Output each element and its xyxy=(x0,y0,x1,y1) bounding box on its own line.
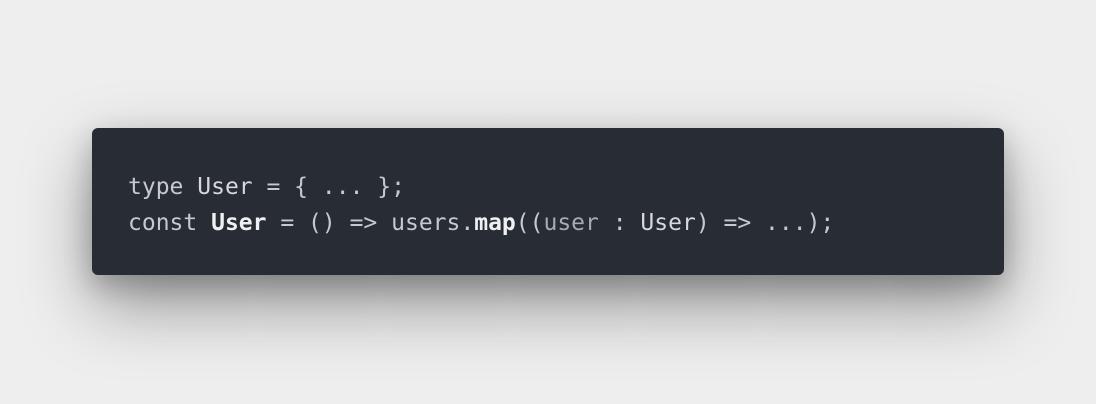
code-window: type User = { ... }; const User = () => u… xyxy=(92,128,1004,275)
parameter-type: User xyxy=(640,210,696,236)
type-body: = { ... }; xyxy=(252,174,405,200)
dot-operator: . xyxy=(460,210,475,236)
code-block: type User = { ... }; const User = () => u… xyxy=(128,169,834,241)
const-keyword: const xyxy=(128,210,198,236)
user-parameter: user xyxy=(543,210,599,236)
users-identifier: users xyxy=(391,210,461,236)
type-keyword: type xyxy=(128,174,184,200)
type-annotation-colon: : xyxy=(598,210,641,236)
map-method: map xyxy=(474,210,516,236)
callback-end: ) => ...); xyxy=(695,210,835,236)
code-line-2: const User = () => users.map((user : Use… xyxy=(128,205,834,241)
arrow-function-head: = () => xyxy=(266,210,392,236)
type-name: User xyxy=(197,174,253,200)
open-parens: (( xyxy=(515,210,544,236)
code-line-1: type User = { ... }; xyxy=(128,169,834,205)
const-name: User xyxy=(211,210,267,236)
